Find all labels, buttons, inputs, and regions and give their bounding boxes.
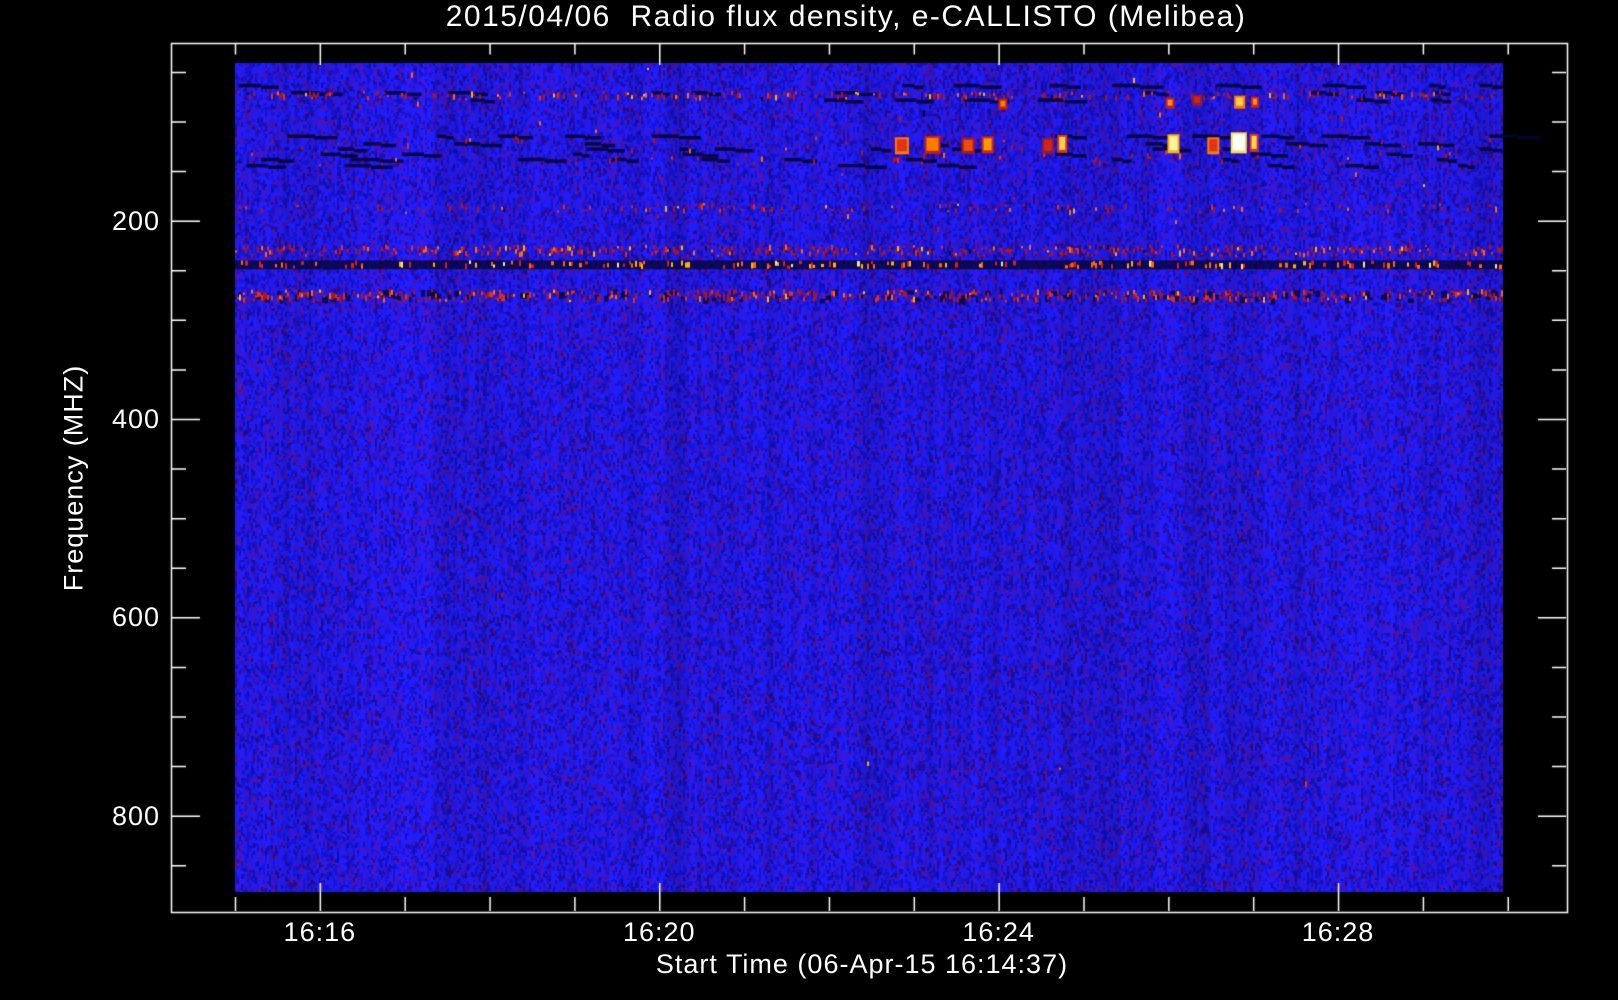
y-tick-label: 400 <box>111 403 160 434</box>
y-tick-label: 800 <box>111 800 160 831</box>
spectrogram-canvas <box>0 0 1618 1000</box>
x-axis-label: Start Time (06-Apr-15 16:14:37) <box>655 949 1069 979</box>
y-tick-label: 600 <box>111 602 160 633</box>
x-tick-label: 16:28 <box>1301 917 1375 947</box>
y-axis-label: Frequency (MHZ) <box>58 364 89 592</box>
plot-title: 2015/04/06 Radio flux density, e-CALLIST… <box>445 0 1247 33</box>
x-tick-label: 16:16 <box>283 917 357 947</box>
y-tick-label: 200 <box>111 205 160 236</box>
x-tick-label: 16:24 <box>962 917 1035 947</box>
x-tick-label: 16:20 <box>622 917 696 947</box>
spectrogram-figure: 2015/04/06 Radio flux density, e-CALLIST… <box>0 0 1618 1000</box>
